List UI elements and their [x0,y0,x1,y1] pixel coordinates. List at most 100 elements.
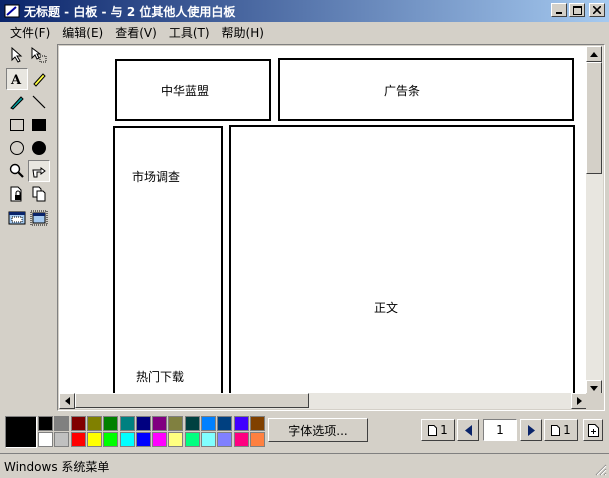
page-number-input[interactable]: 1 [483,419,517,441]
color-swatch[interactable] [201,416,216,431]
color-swatch[interactable] [250,416,265,431]
first-page-number: 1 [440,423,448,437]
color-swatch[interactable] [168,416,183,431]
color-swatch[interactable] [103,416,118,431]
last-page-button[interactable]: 1 [544,419,578,441]
arrow-left-icon [464,424,472,436]
color-swatch[interactable] [103,432,118,447]
current-page-number: 1 [496,423,504,437]
bottom-toolbar: 字体选项... 1 1 1 [0,414,609,452]
highlighter-tool[interactable] [28,68,50,90]
filled-rectangle-tool[interactable] [28,114,50,136]
line-tool[interactable] [28,91,50,113]
first-page-button[interactable]: 1 [421,419,455,441]
select-window-tool[interactable] [28,207,50,229]
ellipse-filled-icon [32,141,46,155]
color-swatch[interactable] [71,432,86,447]
color-swatch[interactable] [168,432,183,447]
next-page-button[interactable] [520,419,542,441]
select-area-tool[interactable] [6,207,28,229]
arrow-cursor-icon [11,47,23,63]
color-swatch[interactable] [234,416,249,431]
magnifier-icon [9,163,24,178]
menu-edit[interactable]: 编辑(E) [56,24,109,41]
status-bar: Windows 系统菜单 [0,453,609,478]
sync-pages-icon [32,186,46,202]
color-swatch[interactable] [54,432,69,447]
menu-tools[interactable]: 工具(T) [163,24,216,41]
scroll-up-button[interactable] [586,46,602,62]
box-logo-label: 中华蓝盟 [161,84,210,98]
color-swatch[interactable] [38,432,53,447]
pen-tool[interactable] [6,91,28,113]
font-options-button[interactable]: 字体选项... [268,418,368,442]
canvas-frame: 中华蓝盟 广告条 市场调查 热门下载 正文 [57,44,605,411]
color-swatch[interactable] [217,416,232,431]
color-swatch[interactable] [38,416,53,431]
close-button[interactable] [589,3,605,17]
menu-help[interactable]: 帮助(H) [216,24,270,41]
new-page-icon [587,423,599,437]
insert-page-button[interactable] [583,419,603,441]
scroll-right-button[interactable] [571,393,587,409]
box-banner-label: 广告条 [384,84,421,98]
line-icon [32,95,46,109]
color-swatch[interactable] [136,416,151,431]
vertical-scroll-thumb[interactable] [586,62,602,174]
box-main-content: 正文 [229,125,575,396]
ellipse-outline-icon [10,141,24,155]
vertical-scrollbar[interactable] [586,46,603,396]
menu-file[interactable]: 文件(F) [4,24,56,41]
previous-page-button[interactable] [457,419,479,441]
whiteboard-canvas[interactable]: 中华蓝盟 广告条 市场调查 热门下载 正文 [59,46,587,396]
remote-pointer-hand-tool[interactable] [28,160,50,182]
minimize-button[interactable] [551,3,567,17]
synchronize-tool[interactable] [28,183,50,205]
highlighter-icon [33,73,46,87]
minimize-icon [556,12,562,14]
remote-pointer-tool[interactable] [28,44,50,66]
scroll-left-button[interactable] [59,393,75,409]
lock-contents-tool[interactable] [6,183,28,205]
color-swatch[interactable] [152,416,167,431]
maximize-icon [572,5,582,15]
menu-view[interactable]: 查看(V) [109,24,163,41]
color-swatch[interactable] [152,432,167,447]
select-tool[interactable] [6,44,28,66]
unfilled-ellipse-tool[interactable] [6,137,28,159]
horizontal-scroll-thumb[interactable] [75,393,309,408]
whiteboard-app-icon[interactable] [4,3,20,19]
color-swatch[interactable] [250,432,265,447]
color-swatch[interactable] [217,432,232,447]
menu-bar: 文件(F) 编辑(E) 查看(V) 工具(T) 帮助(H) [0,22,609,42]
last-page-number: 1 [563,423,571,437]
color-swatch[interactable] [71,416,86,431]
select-window-icon [30,210,48,226]
color-swatch[interactable] [87,416,102,431]
color-swatch[interactable] [87,432,102,447]
title-bar[interactable]: 无标题 - 白板 - 与 2 位其他人使用白板 [0,0,609,22]
color-swatch[interactable] [120,432,135,447]
arrow-down-icon [590,385,598,391]
resize-grip-icon[interactable] [595,464,607,476]
maximize-button[interactable] [569,3,585,17]
arrow-up-icon [590,51,598,57]
color-swatch[interactable] [201,432,216,447]
current-color [5,416,37,448]
svg-text:A: A [10,73,22,86]
text-tool[interactable]: A [6,68,28,90]
text-a-icon: A [10,73,22,86]
horizontal-scrollbar[interactable] [59,393,587,409]
color-swatch[interactable] [54,416,69,431]
color-swatch[interactable] [234,432,249,447]
status-text: Windows 系统菜单 [4,460,110,474]
unfilled-rectangle-tool[interactable] [6,114,28,136]
zoom-tool[interactable] [6,160,28,182]
pen-icon [10,96,24,110]
color-swatch[interactable] [120,416,135,431]
box-banner: 广告条 [278,58,574,121]
filled-ellipse-tool[interactable] [28,137,50,159]
color-swatch[interactable] [185,432,200,447]
color-swatch[interactable] [185,416,200,431]
color-swatch[interactable] [136,432,151,447]
